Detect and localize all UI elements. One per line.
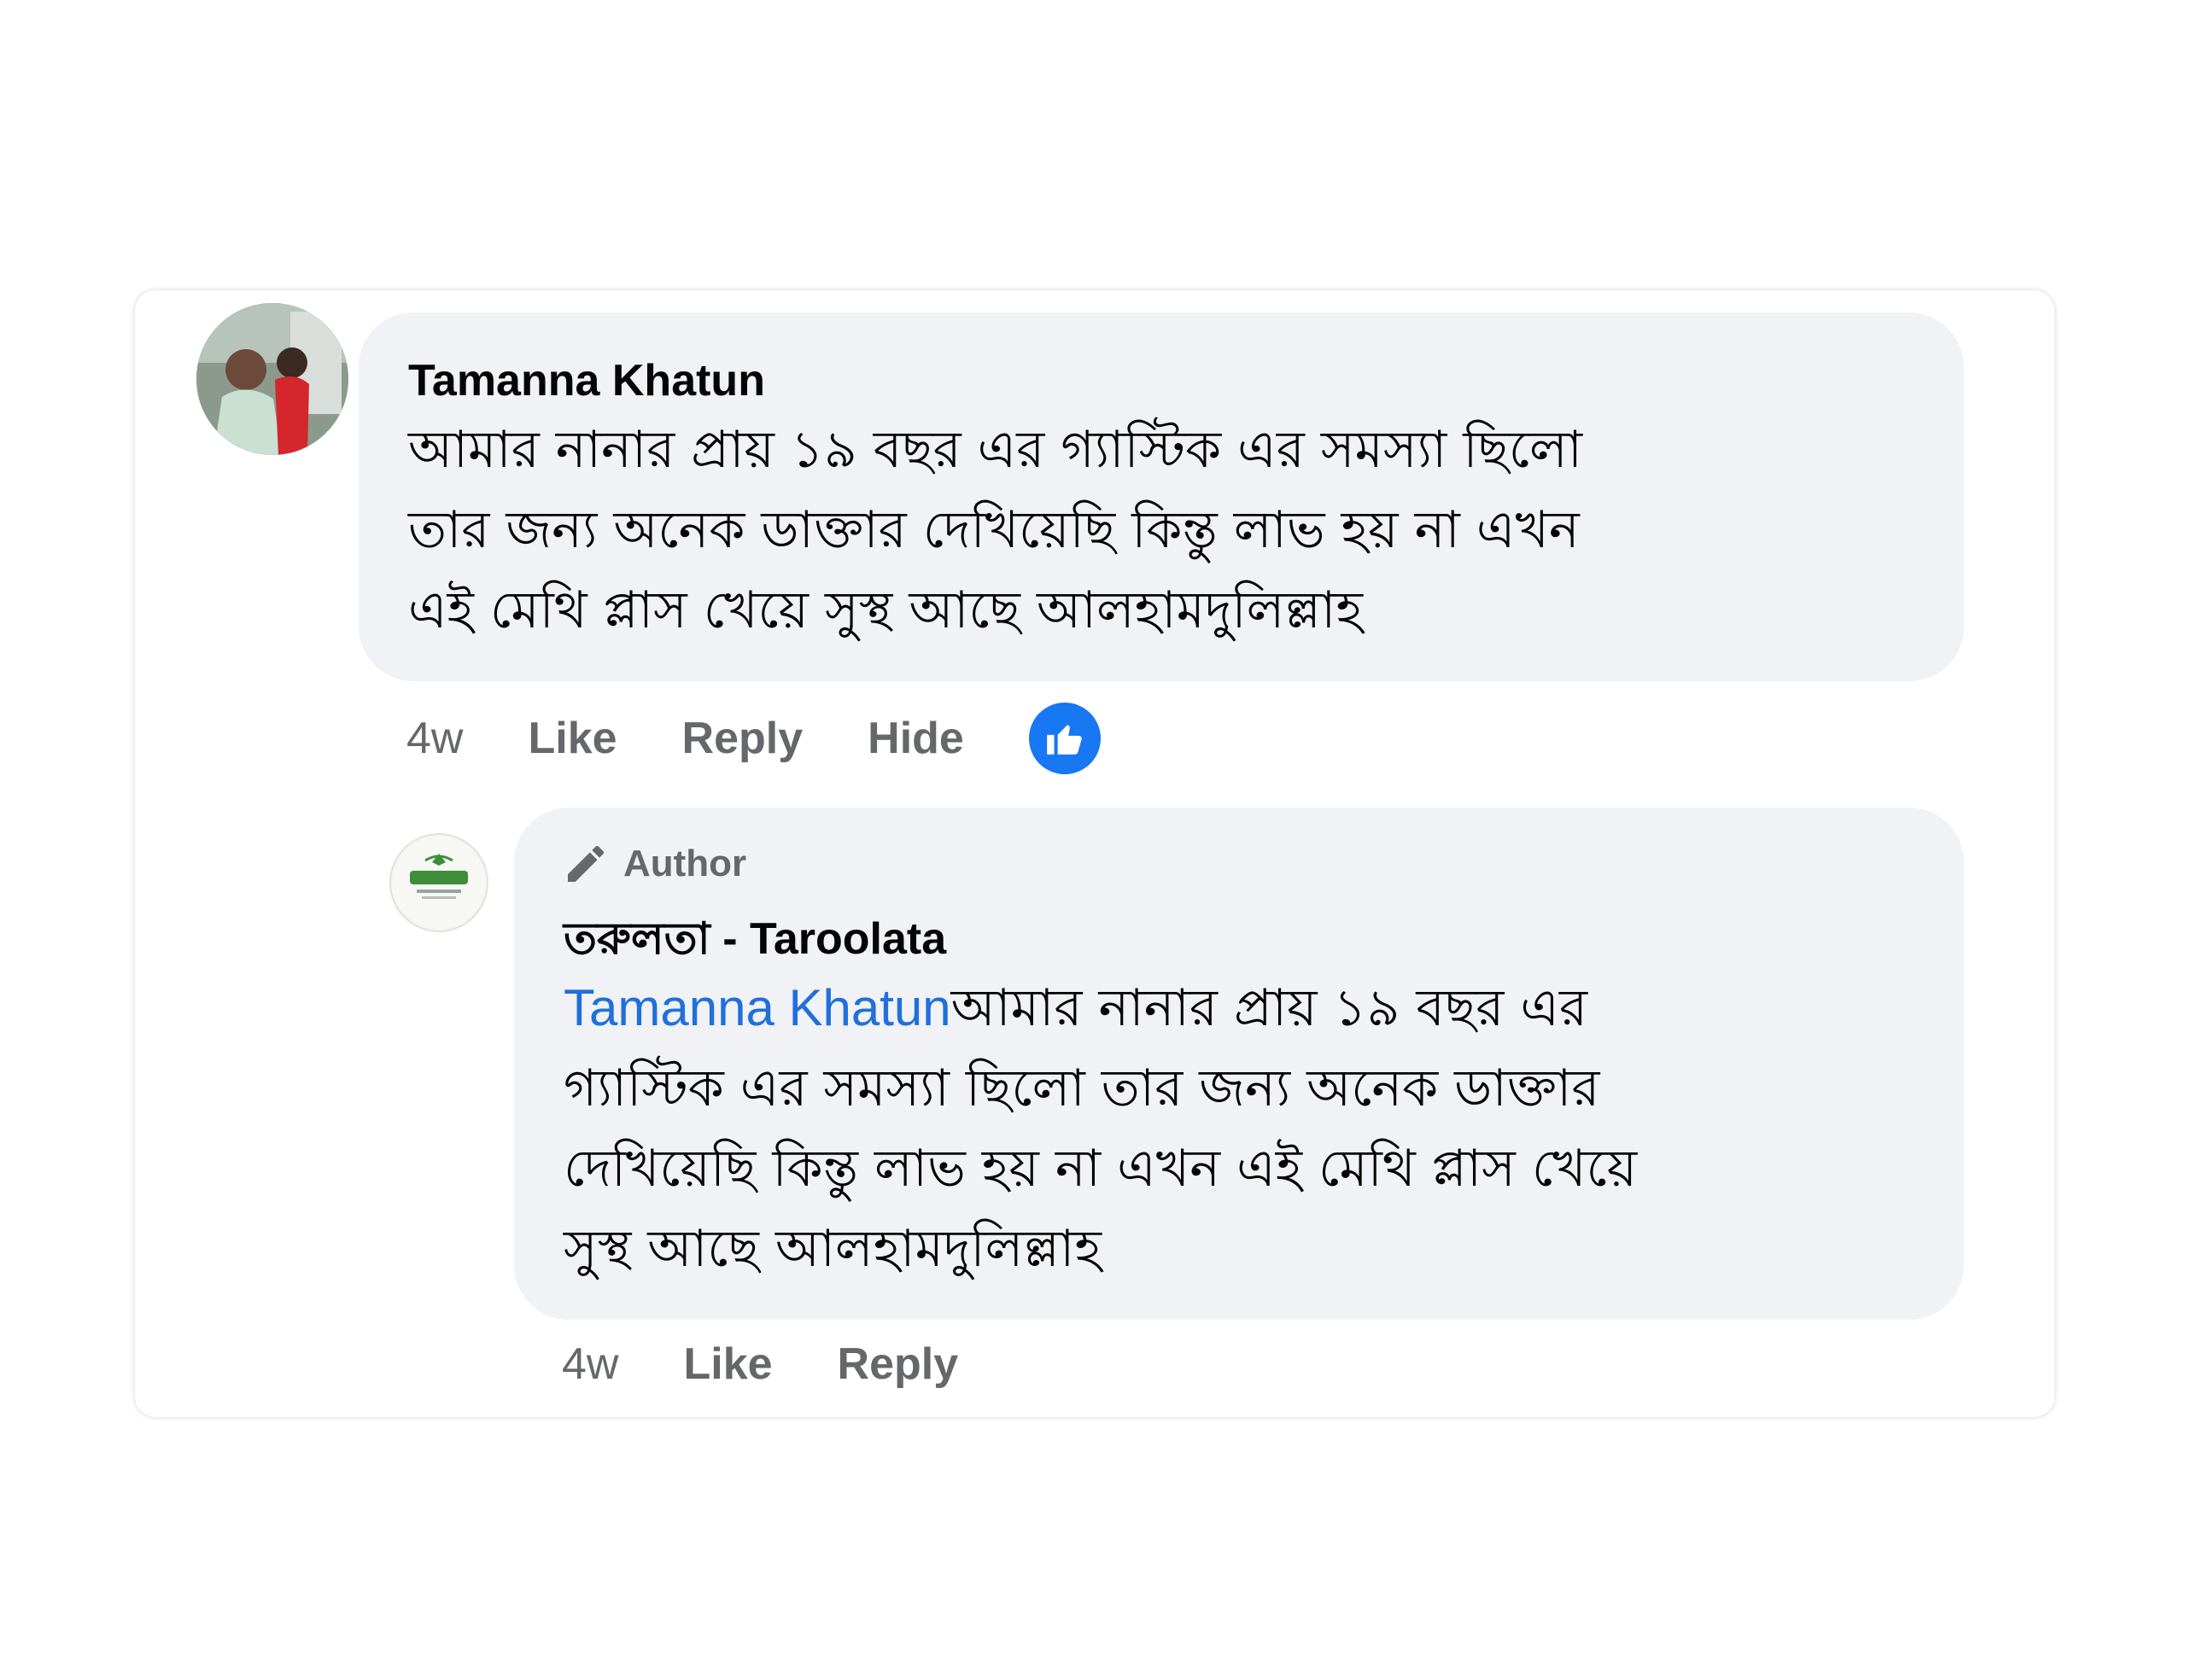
comment-text-line-1: আমার নানার প্রায় ১৯ বছর এর গ্যাস্টিক এর… <box>408 420 1583 480</box>
reply-button[interactable]: Reply <box>682 713 804 764</box>
author-badge: Author <box>562 840 746 888</box>
page-logo-icon <box>393 837 485 929</box>
hide-button[interactable]: Hide <box>868 713 964 764</box>
comment-author-name[interactable]: Tamanna Khatun <box>408 355 765 406</box>
avatar-photo-icon <box>196 303 348 455</box>
like-reaction-icon[interactable] <box>1028 703 1101 774</box>
reply-text-line-1-body: আমার নানার প্রায় ১৯ বছর এর <box>950 978 1587 1038</box>
reply-text-line-3: দেখিয়েছি কিন্তু লাভ হয় না এখন এই মেথি … <box>564 1139 1638 1199</box>
author-badge-label: Author <box>623 843 747 884</box>
reply-text-line-1: Tamanna Khatunআমার নানার প্রায় ১৯ বছর এ… <box>564 968 1587 1048</box>
comment-actions: 4w Like Reply Hide <box>406 700 1101 777</box>
reply-like-button[interactable]: Like <box>683 1339 772 1390</box>
reply-reply-button[interactable]: Reply <box>838 1339 959 1390</box>
like-button[interactable]: Like <box>528 713 617 764</box>
reply-author-name[interactable]: তরুলতা - Taroolata <box>564 913 946 965</box>
pencil-icon <box>568 845 605 882</box>
mention-link[interactable]: Tamanna Khatun <box>564 979 951 1036</box>
comment-text-line-2: তার জন্য অনেক ডাক্তার দেখিয়েছি কিন্তু ল… <box>408 500 1580 560</box>
page-avatar[interactable] <box>389 833 488 932</box>
thumbs-up-icon <box>1047 725 1082 755</box>
comment-timestamp[interactable]: 4w <box>406 713 463 764</box>
reply-actions: 4w Like Reply <box>562 1330 1023 1398</box>
reply-text-line-4: সুস্থ আছে আলহামদুলিল্লাহ <box>564 1219 1102 1279</box>
commenter-avatar[interactable] <box>196 303 348 455</box>
reply-timestamp[interactable]: 4w <box>562 1339 618 1390</box>
reply-text-line-2: গ্যাস্টিক এর সমস্যা ছিলো তার জন্য অনেক ড… <box>564 1059 1600 1118</box>
comment-text-line-3: এই মেথি প্লাস খেয়ে সুস্থ আছে আলহামদুলিল… <box>408 580 1363 640</box>
